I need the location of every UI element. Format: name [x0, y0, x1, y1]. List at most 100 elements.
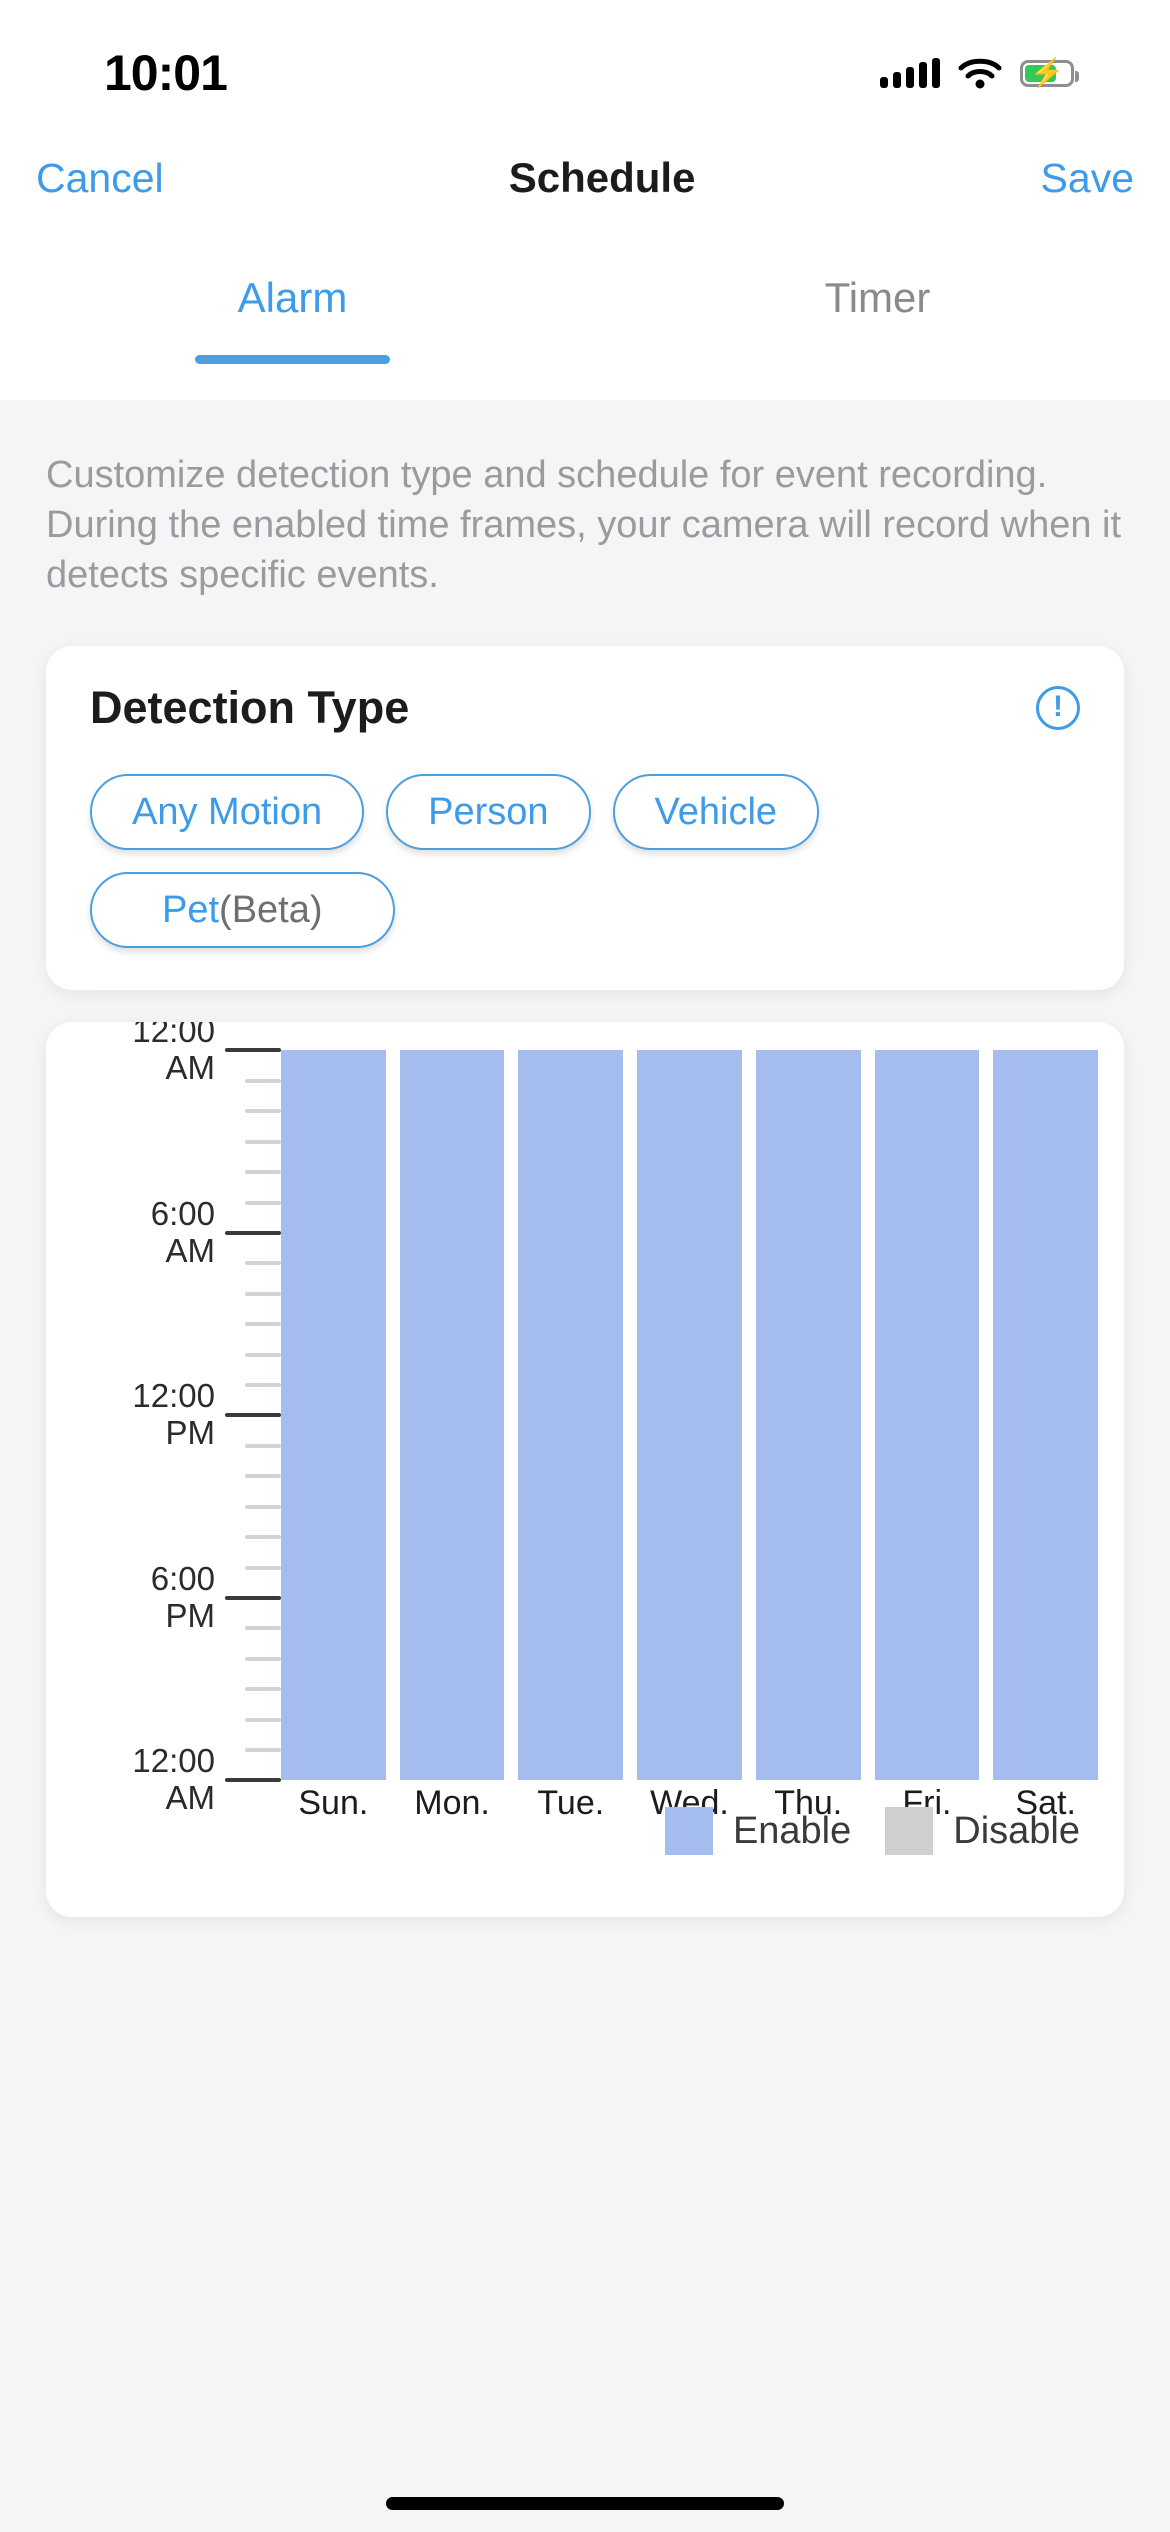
y-axis-tick-major: 6:00 PM — [46, 1560, 281, 1635]
y-axis-tick-line — [245, 1535, 281, 1540]
y-axis-tick-line — [245, 1717, 281, 1722]
y-axis-tick-minor — [46, 1261, 281, 1266]
tab-alarm[interactable]: Alarm — [0, 224, 585, 400]
y-axis-tick-line — [225, 1230, 281, 1235]
y-axis-tick-line — [245, 1291, 281, 1296]
y-axis-label: 12:00 PM — [132, 1377, 215, 1452]
y-axis-tick-line — [245, 1261, 281, 1266]
y-axis-tick-line — [245, 1687, 281, 1692]
y-axis-tick-minor — [46, 1170, 281, 1175]
y-axis-tick-line — [225, 1413, 281, 1418]
y-axis-tick-line — [245, 1170, 281, 1175]
schedule-chart: 12:00 AM 6:00 AM 12:00 PM 6:00 PM 12:00 AM — [46, 1022, 1124, 1816]
y-axis-tick-line — [225, 1778, 281, 1783]
cancel-button[interactable]: Cancel — [36, 155, 164, 202]
legend-label-enable: Enable — [732, 1809, 852, 1852]
y-axis-tick-minor — [46, 1656, 281, 1661]
chip-pet-beta[interactable]: Pet (Beta) — [90, 872, 395, 949]
y-axis-tick-minor — [46, 1535, 281, 1540]
detection-type-header: Detection Type ! — [46, 646, 1124, 734]
y-axis-tick-line — [245, 1109, 281, 1114]
y-axis-tick-major: 12:00 AM — [46, 1742, 281, 1818]
status-bar-time: 10:01 — [104, 45, 228, 101]
chip-any-motion-label: Any Motion — [132, 790, 323, 833]
y-axis-tick-minor — [46, 1078, 281, 1083]
chip-vehicle[interactable]: Vehicle — [612, 774, 820, 851]
y-axis-tick-minor — [46, 1139, 281, 1144]
status-bar-icons: ⚡ — [880, 57, 1079, 89]
detection-type-chip-group: Any Motion Person Vehicle Pet (Beta) — [46, 734, 1124, 990]
chip-pet-beta-suffix: (Beta) — [219, 888, 323, 931]
y-axis-tick-minor — [46, 1322, 281, 1327]
chip-person[interactable]: Person — [386, 774, 591, 851]
chart-bars[interactable] — [281, 1050, 1124, 1781]
y-axis-tick-minor — [46, 1109, 281, 1114]
chart-bar[interactable] — [518, 1050, 624, 1781]
y-axis-label: 12:00 AM — [132, 1022, 215, 1087]
y-axis-tick-line — [225, 1595, 281, 1600]
chip-pet-label: Pet — [162, 888, 220, 931]
y-axis-tick-line — [245, 1504, 281, 1509]
y-axis-tick-minor — [46, 1474, 281, 1479]
chip-person-label: Person — [428, 790, 549, 833]
tab-timer[interactable]: Timer — [585, 224, 1170, 400]
chart-legend: Enable Disable — [46, 1807, 1124, 1856]
battery-charging-icon: ⚡ — [1020, 59, 1079, 87]
y-axis-tick-minor — [46, 1291, 281, 1296]
tab-timer-label: Timer — [824, 274, 931, 321]
y-axis-tick-major: 6:00 AM — [46, 1195, 281, 1270]
chart-bar[interactable] — [874, 1050, 980, 1781]
chart-bar[interactable] — [993, 1050, 1099, 1781]
page-title: Schedule — [508, 154, 696, 201]
y-axis-tick-line — [225, 1048, 281, 1053]
legend-item-disable: Disable — [885, 1807, 1080, 1856]
y-axis-tick-line — [245, 1656, 281, 1661]
chip-any-motion[interactable]: Any Motion — [90, 774, 365, 851]
legend-label-disable: Disable — [953, 1809, 1080, 1852]
wifi-icon — [958, 58, 1002, 89]
tab-bar: Alarm Timer — [0, 224, 1170, 400]
chart-bar[interactable] — [755, 1050, 861, 1781]
legend-swatch-enable — [664, 1807, 713, 1856]
y-axis-tick-line — [245, 1352, 281, 1357]
y-axis-tick-minor — [46, 1687, 281, 1692]
y-axis-tick-minor — [46, 1717, 281, 1722]
chart-y-axis: 12:00 AM 6:00 AM 12:00 PM 6:00 PM 12:00 AM — [46, 1022, 281, 1816]
y-axis-tick-line — [245, 1626, 281, 1631]
app-screen: 10:01 ⚡ Cancel Schedule Save Alarm Timer… — [0, 0, 1170, 2532]
cellular-bars-icon — [880, 58, 940, 88]
y-axis-tick-line — [245, 1474, 281, 1479]
status-bar: 10:01 ⚡ — [0, 0, 1170, 132]
y-axis-tick-line — [245, 1078, 281, 1083]
y-axis-label: 6:00 PM — [150, 1560, 215, 1634]
tab-alarm-label: Alarm — [237, 274, 348, 321]
y-axis-tick-major: 12:00 PM — [46, 1377, 281, 1453]
chart-bar[interactable] — [637, 1050, 742, 1781]
navigation-bar: Cancel Schedule Save — [0, 132, 1170, 224]
y-axis-label: 12:00 AM — [132, 1742, 215, 1817]
y-axis-tick-major: 12:00 AM — [46, 1022, 281, 1087]
tab-alarm-indicator — [195, 355, 390, 364]
description-text: Customize detection type and schedule fo… — [46, 454, 1122, 597]
chip-vehicle-label: Vehicle — [654, 790, 778, 833]
content-area: Customize detection type and schedule fo… — [0, 400, 1170, 2532]
legend-swatch-disable — [885, 1807, 934, 1856]
y-axis-tick-line — [245, 1443, 281, 1448]
detection-type-title: Detection Type — [90, 682, 410, 734]
home-indicator[interactable] — [386, 2497, 784, 2510]
y-axis-tick-line — [245, 1322, 281, 1327]
detection-type-card: Detection Type ! Any Motion Person Vehic… — [46, 646, 1124, 991]
chart-bar[interactable] — [399, 1050, 505, 1781]
y-axis-tick-minor — [46, 1504, 281, 1509]
y-axis-tick-minor — [46, 1443, 281, 1448]
y-axis-tick-minor — [46, 1352, 281, 1357]
y-axis-tick-line — [245, 1139, 281, 1144]
chart-bar[interactable] — [281, 1050, 386, 1781]
schedule-chart-card: 12:00 AM 6:00 AM 12:00 PM 6:00 PM 12:00 AM Sun. Mo… — [46, 1022, 1124, 1918]
y-axis-tick-minor — [46, 1626, 281, 1631]
save-button[interactable]: Save — [1041, 155, 1134, 202]
tab-timer-indicator — [780, 355, 975, 364]
info-exclamation-icon[interactable]: ! — [1036, 686, 1080, 731]
legend-item-enable: Enable — [664, 1807, 852, 1856]
y-axis-label: 6:00 AM — [150, 1195, 215, 1269]
